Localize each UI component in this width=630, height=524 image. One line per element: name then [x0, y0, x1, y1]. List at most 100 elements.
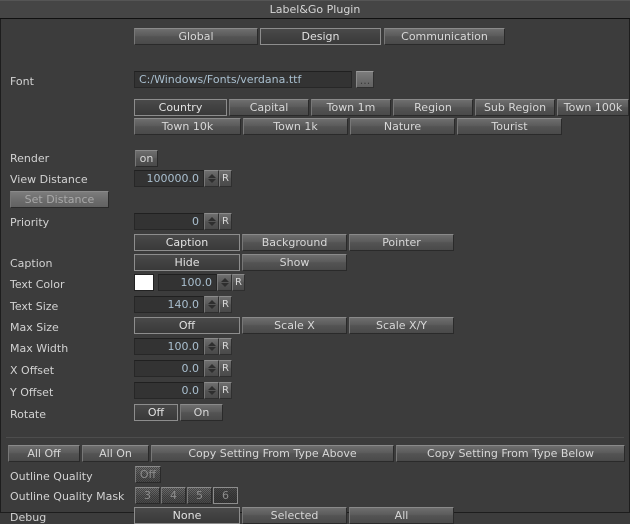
all-off-button[interactable]: All Off [8, 445, 80, 462]
text-size-stepper[interactable] [204, 296, 219, 313]
y-offset-input[interactable]: 0.0 [134, 382, 204, 399]
max-width-label: Max Width [10, 342, 69, 355]
tab-design[interactable]: Design [260, 28, 381, 45]
chevron-down-icon [207, 369, 216, 373]
debug-option-none[interactable]: None [134, 507, 240, 524]
max-width-input[interactable]: 100.0 [134, 338, 204, 355]
rotate-row: Off On [134, 404, 223, 421]
priority-reset-button[interactable]: R [219, 213, 232, 230]
view-distance-reset-button[interactable]: R [219, 170, 232, 187]
browse-button-label: ... [359, 74, 371, 87]
rotate-row-label: Rotate [10, 408, 46, 421]
text-color-swatch[interactable] [134, 274, 154, 291]
priority-input[interactable]: 0 [134, 213, 204, 230]
type-tab-town-1k[interactable]: Town 1k [243, 118, 348, 135]
max-size-option-scale-xy[interactable]: Scale X/Y [349, 317, 454, 334]
render-row-label: Render [10, 152, 49, 165]
priority-row: 0 R [134, 213, 232, 230]
chevron-up-icon [207, 300, 216, 304]
x-offset-value: 0.0 [181, 362, 200, 375]
type-tab-tourist-label: Tourist [491, 120, 528, 133]
ellipsis-icon[interactable]: ... [356, 71, 374, 88]
chevron-down-icon [207, 391, 216, 395]
max-size-row-label: Max Size [10, 321, 59, 334]
debug-option-all[interactable]: All [349, 507, 454, 524]
font-path-input[interactable]: C:/Windows/Fonts/verdana.ttf [134, 71, 352, 88]
text-color-reset-button[interactable]: R [232, 274, 245, 291]
type-tab-town-1m[interactable]: Town 1m [311, 99, 391, 116]
chevron-down-icon [207, 347, 216, 351]
view-distance-row: 100000.0 R [134, 170, 232, 187]
element-tab-pointer[interactable]: Pointer [349, 234, 454, 251]
max-size-option-scale-xy-label: Scale X/Y [375, 319, 428, 332]
copy-from-type-above-button[interactable]: Copy Setting From Type Above [151, 445, 394, 462]
caption-option-show-label: Show [279, 256, 310, 269]
view-distance-row-label: View Distance [10, 173, 88, 186]
outline-quality-mask-option-6[interactable]: 6 [213, 487, 238, 504]
all-off-label: All Off [27, 447, 61, 460]
max-width-reset-button[interactable]: R [219, 338, 232, 355]
x-offset-reset-button[interactable]: R [219, 360, 232, 377]
outline-quality-toggle[interactable]: Off [135, 466, 161, 483]
outline-quality-mask-option-3[interactable]: 3 [135, 487, 160, 504]
type-tab-country[interactable]: Country [134, 99, 227, 116]
x-offset-reset-label: R [222, 363, 229, 374]
tab-global[interactable]: Global [134, 28, 258, 45]
render-toggle[interactable]: on [135, 150, 158, 167]
tab-communication[interactable]: Communication [384, 28, 505, 45]
chevron-down-icon [207, 222, 216, 226]
debug-option-selected[interactable]: Selected [242, 507, 347, 524]
caption-option-hide[interactable]: Hide [134, 254, 240, 271]
y-offset-value: 0.0 [181, 384, 200, 397]
max-size-option-scale-x[interactable]: Scale X [242, 317, 347, 334]
priority-stepper[interactable] [204, 213, 219, 230]
type-tab-town-10k[interactable]: Town 10k [134, 118, 241, 135]
chevron-up-icon [207, 342, 216, 346]
element-tab-background[interactable]: Background [242, 234, 347, 251]
rotate-option-off[interactable]: Off [134, 404, 178, 421]
render-label: Render [10, 152, 50, 165]
y-offset-reset-button[interactable]: R [219, 382, 232, 399]
chevron-up-icon [220, 278, 229, 282]
view-distance-input[interactable]: 100000.0 [134, 170, 204, 187]
tab-communication-label: Communication [401, 30, 488, 43]
chevron-down-icon [207, 305, 216, 309]
x-offset-input[interactable]: 0.0 [134, 360, 204, 377]
y-offset-row: 0.0 R [134, 382, 232, 399]
max-size-row: Off Scale X Scale X/Y [134, 317, 454, 334]
type-tab-region[interactable]: Region [393, 99, 473, 116]
outline-quality-mask-option-4[interactable]: 4 [161, 487, 186, 504]
max-width-stepper[interactable] [204, 338, 219, 355]
priority-label: Priority [10, 216, 50, 229]
text-color-input[interactable]: 100.0 [158, 274, 217, 291]
chevron-up-icon [207, 217, 216, 221]
type-tab-town-1k-label: Town 1k [273, 120, 318, 133]
type-tab-capital[interactable]: Capital [229, 99, 309, 116]
type-tab-sub-region[interactable]: Sub Region [475, 99, 555, 116]
type-tab-tourist[interactable]: Tourist [457, 118, 562, 135]
type-tab-nature[interactable]: Nature [350, 118, 455, 135]
type-tab-country-label: Country [158, 101, 203, 114]
text-color-stepper[interactable] [217, 274, 232, 291]
tab-design-label: Design [301, 30, 340, 43]
text-size-reset-button[interactable]: R [219, 296, 232, 313]
view-distance-label: View Distance [10, 173, 88, 186]
element-tab-caption[interactable]: Caption [134, 234, 240, 251]
caption-option-show[interactable]: Show [242, 254, 347, 271]
chevron-up-icon [207, 364, 216, 368]
rotate-option-on[interactable]: On [180, 404, 223, 421]
all-on-button[interactable]: All On [82, 445, 149, 462]
view-distance-stepper[interactable] [204, 170, 219, 187]
y-offset-row-label: Y Offset [10, 386, 53, 399]
x-offset-stepper[interactable] [204, 360, 219, 377]
outline-quality-mask-option-5[interactable]: 5 [187, 487, 212, 504]
y-offset-stepper[interactable] [204, 382, 219, 399]
set-distance-button[interactable]: Set Distance [10, 191, 109, 208]
type-tab-town-100k[interactable]: Town 100k [557, 99, 629, 116]
debug-option-selected-label: Selected [270, 509, 319, 522]
caption-label: Caption [10, 257, 53, 270]
text-size-input[interactable]: 140.0 [134, 296, 204, 313]
plugin-window: Label&Go Plugin Global Design Communicat… [0, 0, 630, 524]
max-size-option-off[interactable]: Off [134, 317, 240, 334]
copy-from-type-below-button[interactable]: Copy Setting From Type Below [396, 445, 625, 462]
